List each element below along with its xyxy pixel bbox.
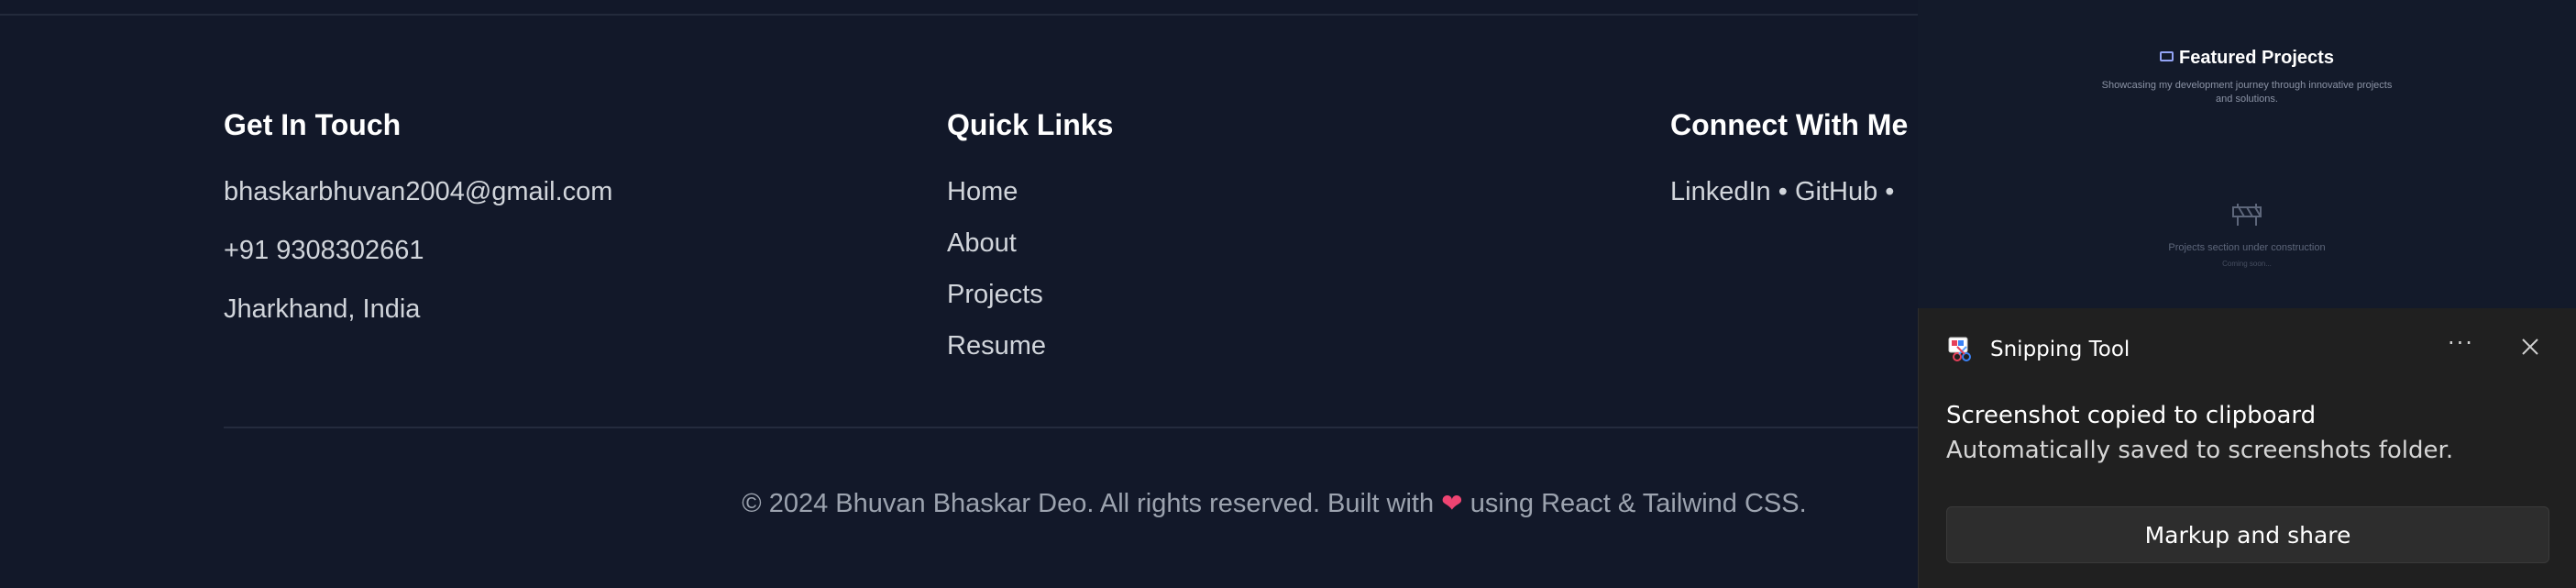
social-title: Connect With Me: [1670, 108, 1909, 141]
preview-title: Featured Projects: [1918, 48, 2576, 69]
link-resume[interactable]: Resume: [947, 330, 1046, 361]
notification-app-name: Snipping Tool: [1990, 338, 2130, 361]
link-projects[interactable]: Projects: [947, 279, 1043, 310]
close-icon[interactable]: [2519, 336, 2541, 358]
preview-subtitle: Showcasing my development journey throug…: [2101, 80, 2393, 105]
social-column: Connect With Me LinkedIn • GitHub •: [1670, 108, 1909, 206]
heart-icon: ❤: [1441, 489, 1463, 517]
preview-message: Projects section under construction: [2168, 242, 2326, 253]
snipping-tool-notification[interactable]: Snipping Tool ··· Screenshot copied to c…: [1918, 308, 2576, 588]
social-separator: •: [1778, 177, 1788, 206]
quick-links-title: Quick Links: [947, 108, 1114, 141]
copyright-suffix: using React & Tailwind CSS.: [1470, 489, 1807, 518]
notification-body: Automatically saved to screenshots folde…: [1946, 437, 2454, 464]
preview-coming-soon: Coming soon...: [2222, 260, 2272, 268]
contact-phone[interactable]: +91 9308302661: [224, 235, 424, 266]
folder-icon: [2160, 51, 2174, 62]
copyright-prefix: © 2024 Bhuvan Bhaskar Deo. All rights re…: [742, 489, 1435, 518]
social-links: LinkedIn • GitHub •: [1670, 176, 1894, 207]
more-options-icon[interactable]: ···: [2448, 330, 2474, 356]
screenshot-preview[interactable]: Featured Projects Showcasing my developm…: [1918, 0, 2576, 308]
contact-location: Jharkhand, India: [224, 294, 421, 324]
social-link-github[interactable]: GitHub: [1795, 177, 1877, 206]
snipping-tool-icon: [1948, 337, 1971, 361]
notification-title: Screenshot copied to clipboard: [1946, 402, 2317, 429]
contact-email[interactable]: bhaskarbhuvan2004@gmail.com: [224, 176, 612, 207]
contact-title: Get In Touch: [224, 108, 402, 141]
social-link-linkedin[interactable]: LinkedIn: [1670, 177, 1771, 206]
markup-and-share-button[interactable]: Markup and share: [1946, 506, 2549, 563]
social-separator: •: [1885, 177, 1895, 206]
link-home[interactable]: Home: [947, 176, 1018, 207]
contact-column: Get In Touch bhaskarbhuvan2004@gmail.com…: [224, 108, 612, 324]
construction-icon: [2232, 204, 2262, 226]
quick-links-column: Quick Links Home About Projects Resume: [947, 108, 1114, 361]
link-about[interactable]: About: [947, 227, 1017, 259]
